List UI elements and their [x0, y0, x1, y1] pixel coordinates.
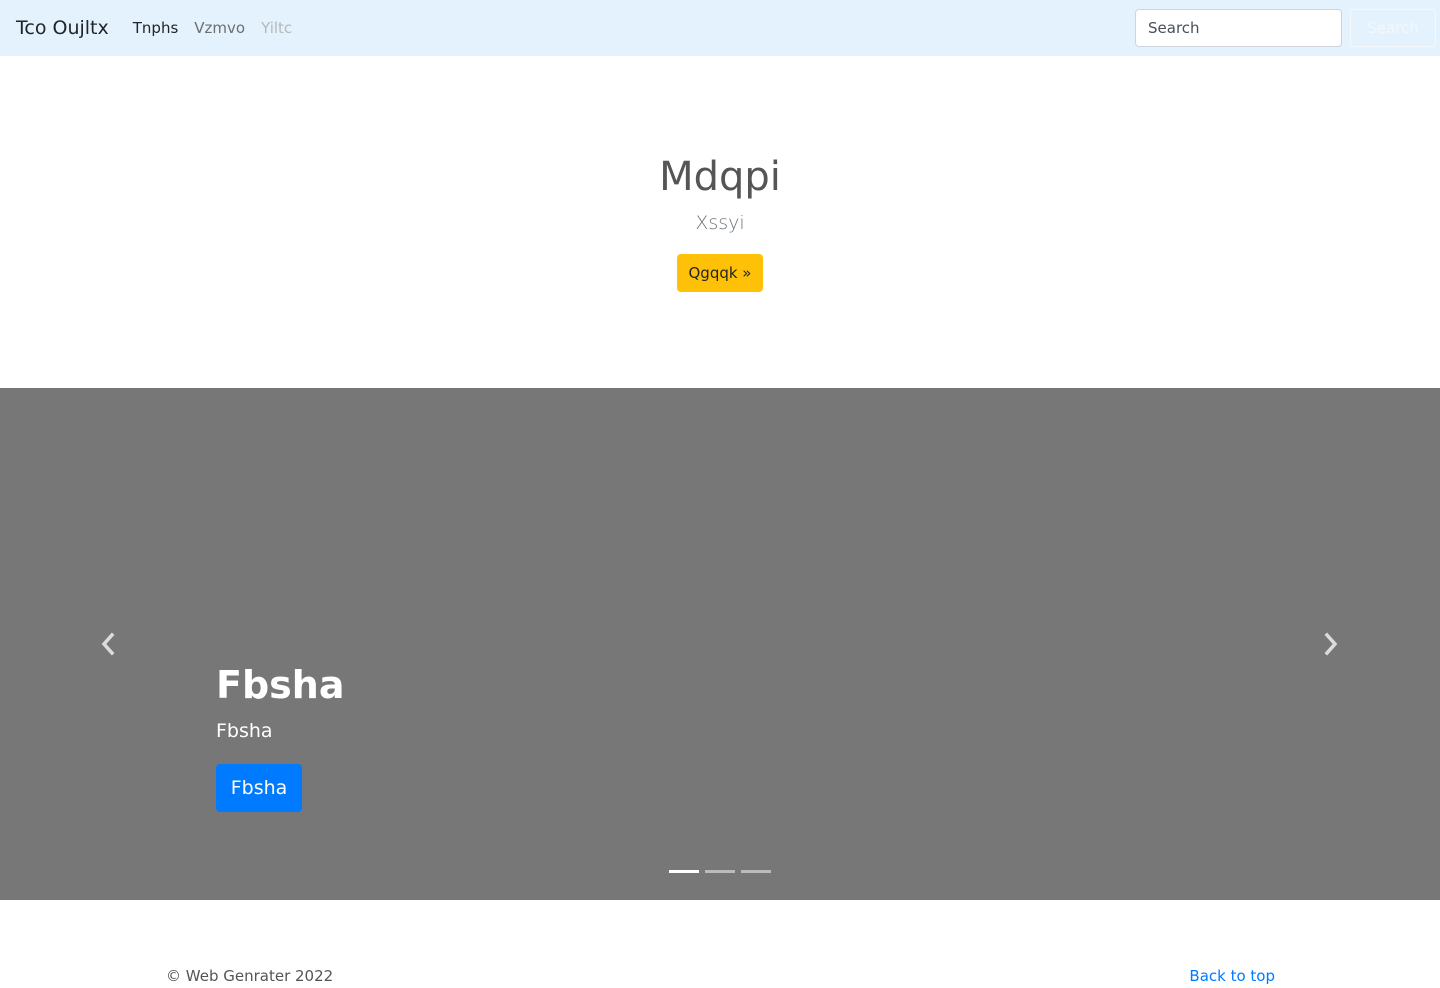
slide-text: Fbsha — [216, 720, 273, 742]
carousel-caption: Fbsha Fbsha Fbsha — [216, 660, 344, 812]
hero-title: Mdqpi — [659, 154, 781, 200]
nav-link-yiltc: Yiltc — [261, 19, 293, 37]
back-to-top-link[interactable]: Back to top — [1189, 967, 1275, 985]
hero-cta-button[interactable]: Qgqqk » — [677, 254, 763, 292]
chevron-right-icon — [1324, 632, 1338, 656]
footer: © Web Genrater 2022 Back to top — [0, 900, 1440, 988]
nav-links: Tnphs Vzmvo Yiltc — [133, 19, 308, 37]
carousel-next-button[interactable] — [1319, 632, 1343, 656]
nav-link-vzmvo[interactable]: Vzmvo — [194, 19, 245, 37]
search-button[interactable]: Search — [1350, 9, 1436, 47]
carousel-indicators — [669, 870, 777, 873]
hero-subtitle: Xssyi — [695, 212, 745, 234]
search-input[interactable] — [1135, 9, 1342, 47]
carousel-indicator-1[interactable] — [669, 870, 699, 873]
brand-link[interactable]: Tco Oujltx — [16, 17, 109, 39]
chevron-left-icon — [101, 632, 115, 656]
slide-title: Fbsha — [216, 663, 345, 707]
slide-cta-button[interactable]: Fbsha — [216, 764, 302, 812]
carousel-indicator-3[interactable] — [741, 870, 771, 873]
hero-section: Mdqpi Xssyi Qgqqk » — [0, 56, 1440, 388]
carousel-indicator-2[interactable] — [705, 870, 735, 873]
carousel-prev-button[interactable] — [96, 632, 120, 656]
search-form: Search — [1135, 9, 1436, 47]
footer-copyright: © Web Genrater 2022 — [166, 967, 334, 985]
nav-link-tnphs[interactable]: Tnphs — [133, 19, 179, 37]
navbar: Tco Oujltx Tnphs Vzmvo Yiltc Search — [0, 0, 1440, 56]
carousel: Fbsha Fbsha Fbsha — [0, 388, 1440, 900]
